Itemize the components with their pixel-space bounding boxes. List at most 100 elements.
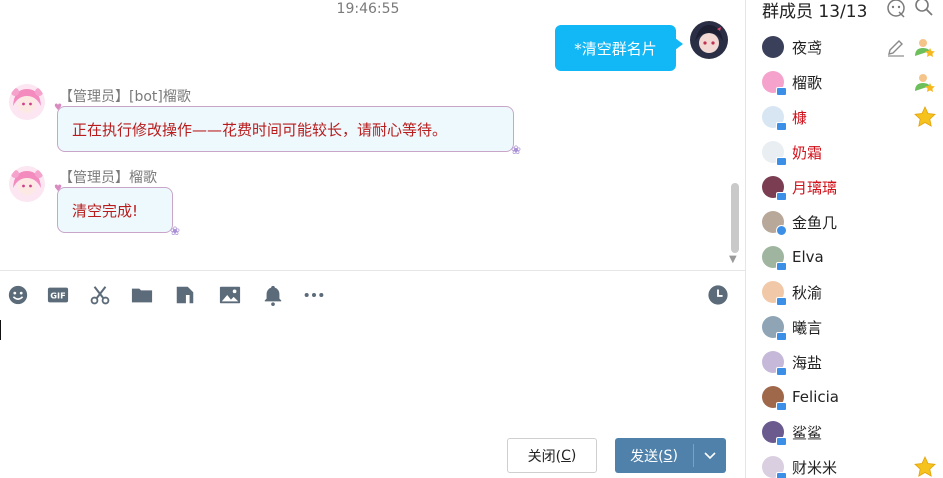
member-item[interactable]: 奶霜 [762,137,942,167]
member-item[interactable]: 夜鸢 [762,32,942,62]
device-badge-icon [776,87,787,96]
device-badge-icon [776,332,787,341]
member-name: Elva [792,248,824,266]
member-name: 鲨鲨 [792,423,823,442]
member-item[interactable]: 榴歌 [762,67,942,97]
bell-icon[interactable] [260,282,286,308]
member-avatar [762,246,787,271]
member-item[interactable]: 鲨鲨 [762,417,942,447]
member-item[interactable]: 秋渝 [762,277,942,307]
my-message-bubble[interactable]: *清空群名片 [555,25,683,71]
send-button-shortcut: S [663,447,673,464]
member-name: 曦言 [792,318,823,337]
member-name: 秋渝 [792,283,823,302]
scissors-icon[interactable] [87,282,113,308]
my-message-text: *清空群名片 [574,39,657,58]
star-icon [914,106,936,127]
text-caret [0,320,1,340]
member-name: 财米米 [792,458,838,477]
message-input[interactable] [0,316,745,431]
doc-icon[interactable] [172,282,198,308]
chevron-down-icon [704,451,716,459]
bot-avatar[interactable] [9,84,45,120]
message-list[interactable]: 19:46:55 *清空群名片 【管理员】[bot]榴歌 ♥ 正在执行修改操作—… [0,0,745,270]
member-avatar [762,176,787,201]
search-icon[interactable] [914,0,934,17]
device-badge-icon [776,297,787,306]
gif-icon-label: GIF [50,291,65,301]
send-button-main[interactable]: 发送(S) [615,438,693,473]
close-button-label: 关闭( [527,448,562,465]
device-badge-icon [776,472,787,478]
bot-message-bubble[interactable]: ♥ 正在执行修改操作——花费时间可能较长，请耐心等待。 ❀ [54,103,521,157]
member-avatar [762,456,787,478]
message-sender-name[interactable]: 【管理员】榴歌 [59,167,157,187]
member-name: 夜鸢 [792,38,823,57]
bot-message-text: 正在执行修改操作——花费时间可能较长，请耐心等待。 [72,120,448,139]
close-button[interactable]: 关闭(C) [507,438,597,473]
member-item[interactable]: 曦言 [762,312,942,342]
bot-avatar[interactable] [9,166,45,202]
admin-icon [915,74,935,92]
chat-input-divider [0,270,745,271]
send-options-dropdown[interactable] [694,438,726,473]
member-name: 榴歌 [792,73,823,92]
qq-group-chat-window: 19:46:55 *清空群名片 【管理员】[bot]榴歌 ♥ 正在执行修改操作—… [0,0,943,478]
send-button[interactable]: 发送(S) [615,438,726,473]
image-icon[interactable] [217,282,243,308]
message-sender-name[interactable]: 【管理员】[bot]榴歌 [59,86,191,106]
member-avatar [762,36,784,58]
device-badge-icon [776,192,787,201]
member-avatar [762,141,787,166]
member-name: 海盐 [792,353,823,372]
scroll-to-bottom-icon[interactable]: ▼ [729,254,737,265]
member-item[interactable]: 海盐 [762,347,942,377]
edit-icon[interactable] [886,37,906,57]
folder-icon[interactable] [129,282,155,308]
my-avatar[interactable] [690,21,728,59]
member-item[interactable]: 财米米 [762,452,942,478]
member-item[interactable]: 槺 [762,102,942,132]
bubble-corner-decoration: ❀ [510,143,521,157]
member-avatar [762,71,787,96]
member-avatar [762,281,787,306]
bubble-corner-decoration: ❀ [169,224,180,238]
message-timestamp: 19:46:55 [336,1,400,17]
close-button-shortcut: C [561,447,571,464]
group-member-panel: 群成员 13/13 夜鸢 榴歌 槺 奶霜 月璃璃 金鱼几 Elva 秋渝 曦言 … [746,0,943,478]
member-item[interactable]: Elva [762,242,942,272]
member-name: 月璃璃 [792,178,838,197]
chat-scrollbar[interactable] [731,183,739,253]
send-button-label-end: ) [672,447,678,464]
member-name: Felicia [792,388,839,406]
device-badge-icon [776,402,787,411]
owner-icon [915,39,935,57]
member-count-title: 群成员 13/13 [762,2,868,22]
gif-icon[interactable]: GIF [45,282,71,308]
member-avatar [762,211,787,236]
member-avatar-icon[interactable] [886,0,906,18]
bubble-heart-decoration: ♥ [54,103,63,113]
device-badge-icon [776,122,787,131]
device-badge-icon [776,437,787,446]
member-avatar [762,386,787,411]
emoji-icon[interactable] [5,282,31,308]
device-badge-icon [776,262,787,271]
device-badge-icon [776,157,787,166]
device-badge-icon [776,367,787,376]
member-item[interactable]: 月璃璃 [762,172,942,202]
member-name: 奶霜 [792,143,823,162]
member-avatar [762,421,787,446]
member-avatar [762,316,787,341]
member-item[interactable]: Felicia [762,382,942,412]
more-icon[interactable] [301,282,327,308]
bubble-heart-decoration: ♥ [54,184,63,194]
history-clock-icon[interactable] [705,282,731,308]
member-avatar [762,106,787,131]
close-button-label-end: ) [570,447,577,464]
member-item[interactable]: 金鱼几 [762,207,942,237]
input-toolbar: GIF [0,280,745,312]
bot-message-bubble[interactable]: ♥ 清空完成! ❀ [54,184,180,238]
member-name: 金鱼几 [792,213,838,232]
vip-badge-icon [776,225,787,236]
